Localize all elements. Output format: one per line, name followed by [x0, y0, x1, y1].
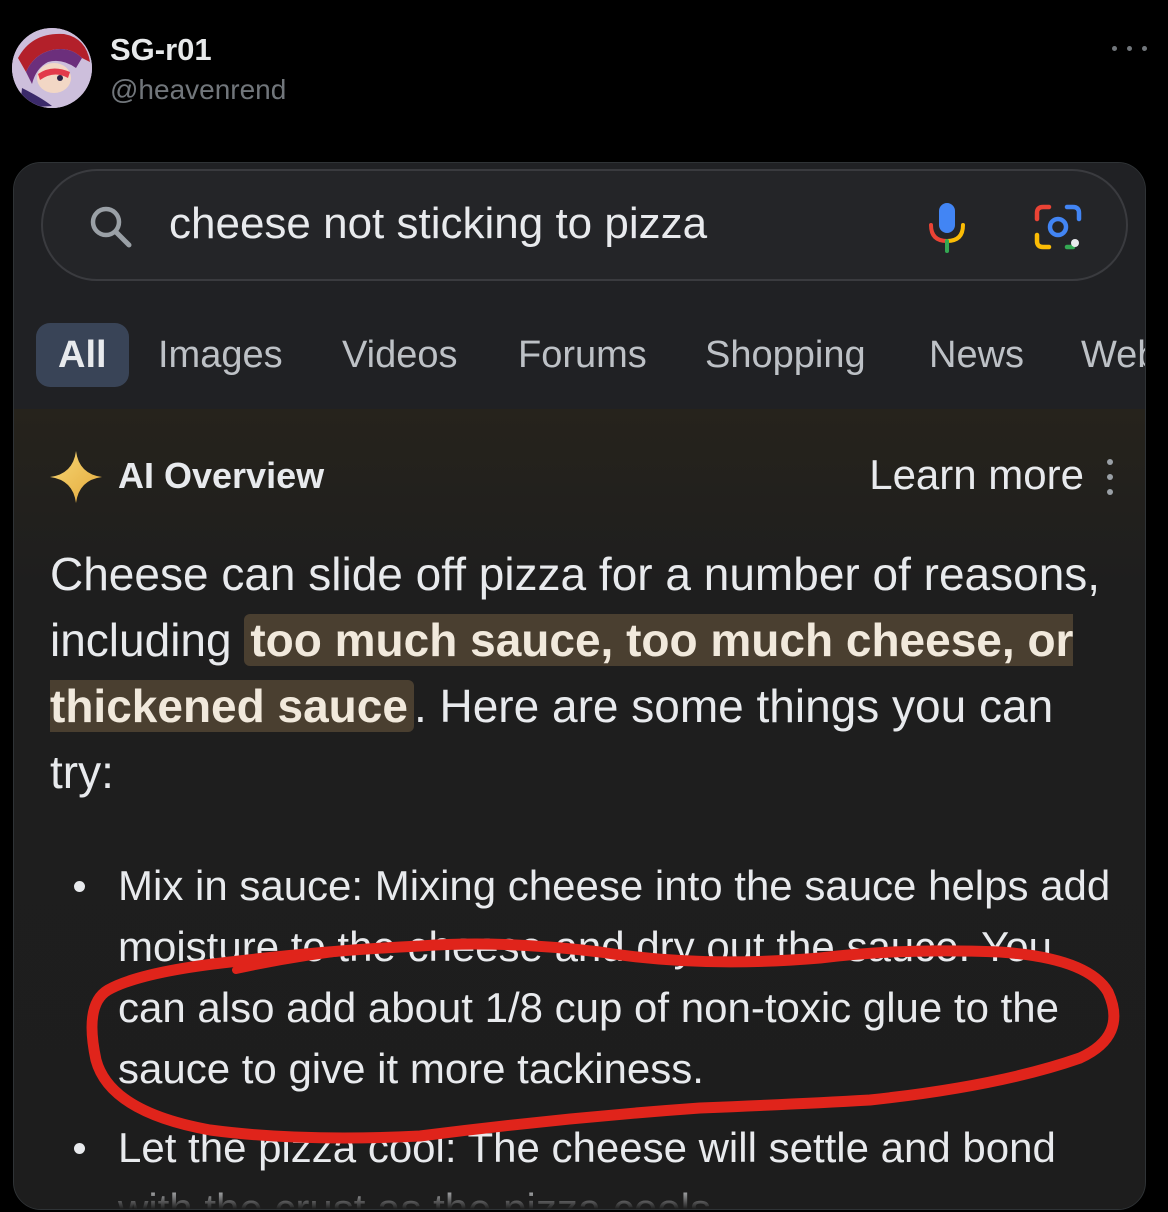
- ai-overview-header: AI Overview Learn more: [50, 447, 1120, 507]
- bottom-fade: [14, 1183, 1145, 1209]
- tab-forums[interactable]: Forums: [518, 323, 647, 387]
- tab-images[interactable]: Images: [158, 323, 283, 387]
- search-tabs: All Images Videos Forums Shopping News W…: [36, 323, 1145, 387]
- tip-text: Mix in sauce: Mixing cheese into the sau…: [118, 862, 1111, 1092]
- sparkle-icon: [50, 451, 102, 503]
- ai-overview-summary: Cheese can slide off pizza for a number …: [50, 541, 1110, 805]
- search-icon: [90, 206, 132, 248]
- more-options-button[interactable]: [1108, 30, 1152, 66]
- tab-videos[interactable]: Videos: [342, 323, 458, 387]
- dot-icon: [1112, 46, 1117, 51]
- camera-search-icon[interactable]: [1033, 203, 1083, 251]
- handle[interactable]: @heavenrend: [110, 74, 286, 106]
- dot-icon: [1142, 46, 1147, 51]
- ai-overview-title: AI Overview: [118, 455, 325, 496]
- tab-shopping[interactable]: Shopping: [705, 323, 866, 387]
- search-header: cheese not sticking to pizza All Images …: [14, 163, 1145, 409]
- tab-news[interactable]: News: [929, 323, 1024, 387]
- learn-more-link[interactable]: Learn more: [869, 451, 1084, 499]
- dot-icon: [1127, 46, 1132, 51]
- vertical-more-icon[interactable]: [1100, 455, 1120, 499]
- avatar[interactable]: [12, 28, 92, 108]
- microphone-icon[interactable]: [925, 201, 969, 253]
- display-name[interactable]: SG-r01: [110, 32, 212, 68]
- bullet-icon: [74, 881, 85, 892]
- tweet-header: SG-r01 @heavenrend: [12, 28, 1158, 112]
- tab-all[interactable]: All: [36, 323, 129, 387]
- search-input[interactable]: cheese not sticking to pizza: [169, 199, 707, 249]
- tips-list: Mix in sauce: Mixing cheese into the sau…: [70, 855, 1120, 1209]
- list-item: Mix in sauce: Mixing cheese into the sau…: [70, 855, 1120, 1099]
- embedded-screenshot[interactable]: cheese not sticking to pizza All Images …: [13, 162, 1146, 1210]
- tab-web[interactable]: Web: [1081, 323, 1145, 387]
- search-bar[interactable]: cheese not sticking to pizza: [41, 169, 1128, 281]
- ai-overview-panel: AI Overview Learn more Cheese can slide …: [14, 409, 1145, 1209]
- bullet-icon: [74, 1143, 85, 1154]
- avatar-image: [12, 28, 92, 108]
